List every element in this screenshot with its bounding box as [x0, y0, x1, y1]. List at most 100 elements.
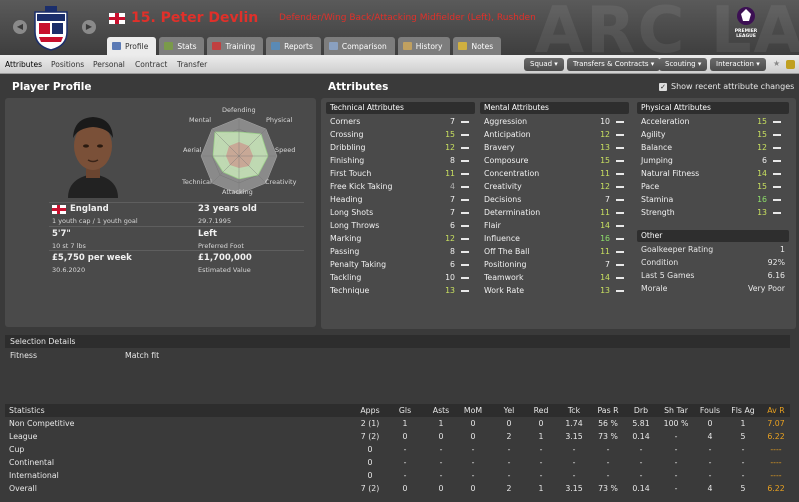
attribute-row[interactable]: Dribbling 12	[326, 141, 475, 154]
tab-history[interactable]: History	[397, 37, 451, 55]
notes-icon	[458, 42, 468, 50]
attribute-row[interactable]: Corners 7	[326, 115, 475, 128]
attribute-row[interactable]: Influence 16	[480, 232, 629, 245]
physical-attributes-header: Physical Attributes	[637, 102, 789, 114]
squad-dropdown[interactable]: Squad ▾	[524, 58, 564, 71]
table-row[interactable]: League 7 (2) 0 0 0 2 1 3.15 73 % 0.14-4 5 6.22	[5, 430, 790, 443]
attribute-row[interactable]: Anticipation 12	[480, 128, 629, 141]
attribute-value: 10	[445, 273, 455, 282]
column-header[interactable]: Apps	[350, 404, 390, 417]
column-header[interactable]: Gls	[385, 404, 425, 417]
table-row[interactable]: Cup 0- - - - - - - - - - - ----	[5, 443, 790, 456]
interaction-dropdown[interactable]: Interaction ▾	[710, 58, 766, 71]
attribute-value: 14	[757, 169, 767, 178]
attribute-row[interactable]: Free Kick Taking 4	[326, 180, 475, 193]
date-of-birth: 29.7.1995	[198, 217, 232, 225]
attribute-row[interactable]: Concentration 11	[480, 167, 629, 180]
table-cell: 0.14	[632, 432, 650, 441]
column-header[interactable]: Drb	[621, 404, 661, 417]
attribute-trend-icon	[773, 186, 781, 188]
tab-training[interactable]: Training	[207, 37, 264, 55]
star-icon[interactable]: ★	[773, 59, 780, 68]
attribute-row[interactable]: Jumping 6	[637, 154, 789, 167]
estimated-value: £1,700,000	[198, 253, 252, 263]
attribute-row[interactable]: Decisions 7	[480, 193, 629, 206]
attribute-row[interactable]: Acceleration 15	[637, 115, 789, 128]
attribute-row[interactable]: Flair 14	[480, 219, 629, 232]
table-cell: -	[403, 471, 407, 480]
attribute-row[interactable]: Passing 8	[326, 245, 475, 258]
attribute-row[interactable]: Aggression 10	[480, 115, 629, 128]
attribute-name: Strength	[641, 208, 675, 217]
table-row[interactable]: International 0- - - - - - - - - - - ----	[5, 469, 790, 482]
attribute-row[interactable]: Long Throws 6	[326, 219, 475, 232]
attribute-row[interactable]: Crossing 15	[326, 128, 475, 141]
column-header[interactable]: Av R	[756, 404, 796, 417]
subtab-transfer[interactable]: Transfer	[177, 60, 207, 69]
attribute-row[interactable]: Tackling 10	[326, 271, 475, 284]
subtab-attributes[interactable]: Attributes	[5, 60, 42, 69]
attribute-row[interactable]: Finishing 8	[326, 154, 475, 167]
attribute-name: Dribbling	[330, 143, 366, 152]
international-caps: 1 youth cap / 1 youth goal	[52, 217, 138, 225]
subtab-personal[interactable]: Personal	[93, 60, 125, 69]
table-row[interactable]: Non Competitive 2 (1) 1 1 0 0 0 1.74 56 % 5.81 100…	[5, 417, 790, 430]
attribute-trend-icon	[773, 199, 781, 201]
attribute-row[interactable]: Balance 12	[637, 141, 789, 154]
attribute-row[interactable]: Composure 15	[480, 154, 629, 167]
nationality[interactable]: England	[70, 204, 109, 214]
mental-attributes-header: Mental Attributes	[480, 102, 629, 114]
attribute-trend-icon	[616, 199, 624, 201]
table-row[interactable]: Overall 7 (2) 0 0 0 2 1 3.15 73 % 0.14-4 5 6.22	[5, 482, 790, 495]
attribute-row[interactable]: Long Shots 7	[326, 206, 475, 219]
table-cell: -	[471, 471, 475, 480]
attribute-value: 11	[600, 247, 610, 256]
attribute-row[interactable]: Off The Ball 11	[480, 245, 629, 258]
attribute-row[interactable]: Technique 13	[326, 284, 475, 297]
player-position-club[interactable]: Defender/Wing Back/Attacking Midfielder …	[279, 13, 536, 23]
radar-label-speed: Speed	[275, 146, 296, 154]
other-name: Last 5 Games	[641, 271, 695, 280]
attribute-value: 6	[450, 260, 455, 269]
attribute-name: Influence	[484, 234, 520, 243]
tab-profile[interactable]: Profile	[107, 37, 157, 55]
attribute-row[interactable]: Determination 11	[480, 206, 629, 219]
attribute-row[interactable]: Creativity 12	[480, 180, 629, 193]
attribute-row[interactable]: Penalty Taking 6	[326, 258, 475, 271]
attribute-value: 14	[600, 221, 610, 230]
tab-comparison[interactable]: Comparison	[323, 37, 395, 55]
back-button[interactable]: ◀	[13, 20, 27, 34]
attribute-row[interactable]: Bravery 13	[480, 141, 629, 154]
attribute-row[interactable]: Teamwork 14	[480, 271, 629, 284]
folder-icon[interactable]	[786, 60, 795, 69]
attribute-row[interactable]: Natural Fitness 14	[637, 167, 789, 180]
subtab-contract[interactable]: Contract	[135, 60, 167, 69]
attribute-value: 12	[757, 143, 767, 152]
attribute-row[interactable]: Strength 13	[637, 206, 789, 219]
table-cell: 0	[367, 471, 373, 480]
england-flag-small-icon	[52, 205, 66, 214]
attribute-row[interactable]: Marking 12	[326, 232, 475, 245]
player-wage[interactable]: £5,750 per week	[52, 253, 132, 263]
tab-stats[interactable]: Stats	[159, 37, 205, 55]
subtab-positions[interactable]: Positions	[51, 60, 84, 69]
column-header[interactable]: MoM	[453, 404, 493, 417]
attribute-row[interactable]: Stamina 16	[637, 193, 789, 206]
estimated-value-label: Estimated Value	[198, 266, 251, 274]
attribute-row[interactable]: Heading 7	[326, 193, 475, 206]
comparison-icon	[328, 42, 338, 50]
transfers-contracts-dropdown[interactable]: Transfers & Contracts ▾	[567, 58, 661, 71]
attribute-row[interactable]: First Touch 11	[326, 167, 475, 180]
attribute-row[interactable]: Positioning 7	[480, 258, 629, 271]
tab-notes[interactable]: Notes	[453, 37, 502, 55]
scouting-dropdown[interactable]: Scouting ▾	[659, 58, 708, 71]
show-recent-label[interactable]: Show recent attribute changes	[671, 82, 794, 91]
attribute-trend-icon	[773, 212, 781, 214]
attribute-row[interactable]: Agility 15	[637, 128, 789, 141]
attribute-row[interactable]: Work Rate 13	[480, 284, 629, 297]
table-row[interactable]: Continental 0- - - - - - - - - - - ----	[5, 456, 790, 469]
tab-reports[interactable]: Reports	[266, 37, 321, 55]
forward-button[interactable]: ▶	[82, 20, 96, 34]
attribute-row[interactable]: Pace 15	[637, 180, 789, 193]
show-recent-checkbox[interactable]: ✓	[659, 83, 667, 91]
